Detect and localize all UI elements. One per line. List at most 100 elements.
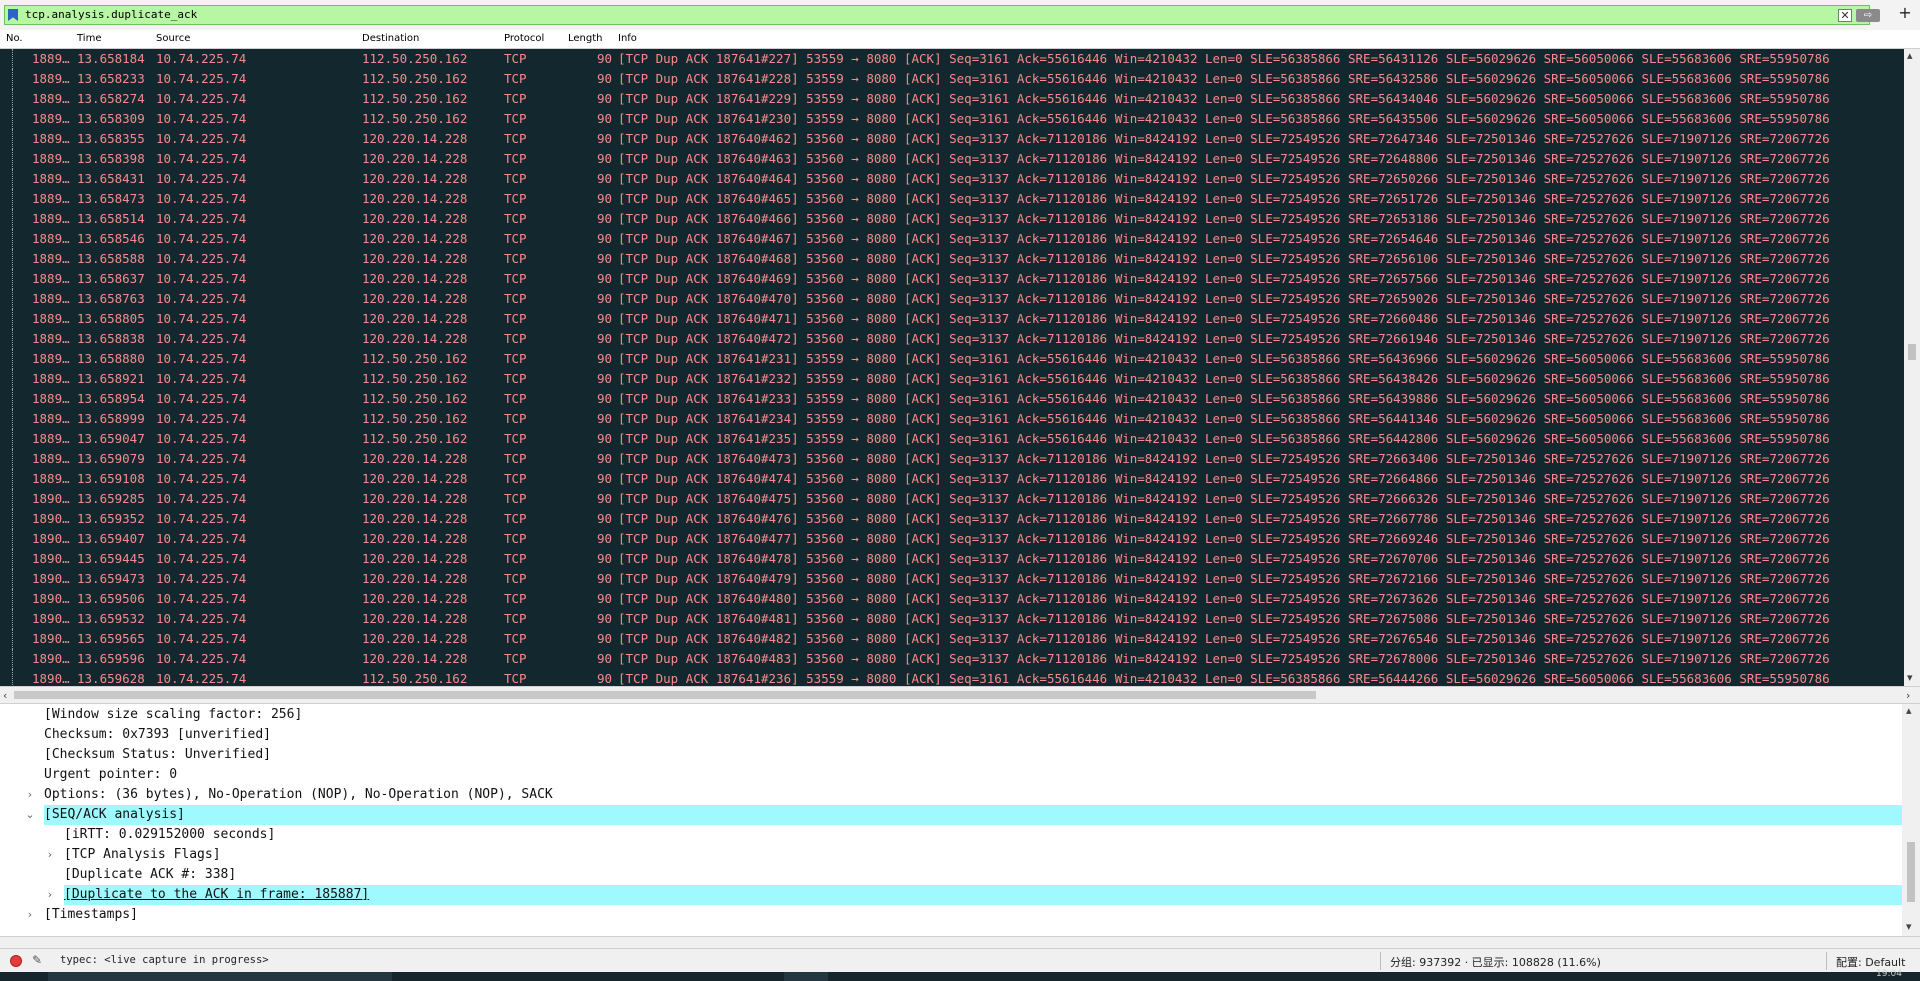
table-row[interactable]: 1890… 13.659285 10.74.225.74 120.220.14.228… [0,489,1904,509]
taskbar-item[interactable] [48,972,392,981]
expand-arrow-icon[interactable]: › [24,905,36,925]
expand-arrow-icon[interactable]: ⌄ [24,805,36,825]
table-row[interactable]: 1889… 13.658838 10.74.225.74 120.220.14.228… [0,329,1904,349]
detail-tree-item[interactable]: › Options: (36 bytes), No-Operation (NOP)… [0,785,1902,805]
packet-time: 13.658588 [77,251,145,266]
table-row[interactable]: 1889… 13.659079 10.74.225.74 120.220.14.228… [0,449,1904,469]
table-row[interactable]: 1889… 13.658431 10.74.225.74 120.220.14.228… [0,169,1904,189]
table-row[interactable]: 1889… 13.659047 10.74.225.74 112.50.250.162… [0,429,1904,449]
packet-time: 13.658921 [77,371,145,386]
table-row[interactable]: 1889… 13.658184 10.74.225.74 112.50.250.162… [0,49,1904,69]
frame-link[interactable]: [Duplicate to the ACK in frame: 185887] [64,885,1902,905]
related-packet-marker [12,89,14,109]
column-header-source[interactable]: Source [156,33,190,44]
apply-filter-icon[interactable]: ⇨ [1856,9,1880,22]
detail-tree-item[interactable]: › [Duplicate to the ACK in frame: 185887] [0,885,1902,905]
table-row[interactable]: 1890… 13.659506 10.74.225.74 120.220.14.228… [0,589,1904,609]
packet-protocol: TCP [504,231,527,246]
table-row[interactable]: 1890… 13.659352 10.74.225.74 120.220.14.228… [0,509,1904,529]
related-packet-marker [12,509,14,529]
bookmark-icon[interactable] [8,9,18,21]
scroll-up-icon[interactable]: ▴ [1906,704,1912,717]
packet-list-horizontal-scrollbar[interactable]: ‹ › [0,686,1920,704]
table-row[interactable]: 1889… 13.658473 10.74.225.74 120.220.14.228… [0,189,1904,209]
table-row[interactable]: 1889… 13.658588 10.74.225.74 120.220.14.228… [0,249,1904,269]
column-header-protocol[interactable]: Protocol [504,33,544,44]
table-row[interactable]: 1889… 13.658954 10.74.225.74 112.50.250.162… [0,389,1904,409]
table-row[interactable]: 1889… 13.658398 10.74.225.74 120.220.14.228… [0,149,1904,169]
detail-tree-item[interactable]: › [TCP Analysis Flags] [0,845,1902,865]
table-row[interactable]: 1889… 13.658514 10.74.225.74 120.220.14.228… [0,209,1904,229]
packet-protocol: TCP [504,131,527,146]
detail-tree-item[interactable]: › [Timestamps] [0,905,1902,925]
column-header-no[interactable]: No. [6,33,23,44]
details-scroll-thumb[interactable] [1907,842,1915,902]
detail-tree-item[interactable]: [Duplicate ACK #: 338] [0,865,1902,885]
table-row[interactable]: 1890… 13.659532 10.74.225.74 120.220.14.228… [0,609,1904,629]
table-row[interactable]: 1889… 13.658763 10.74.225.74 120.220.14.228… [0,289,1904,309]
packet-destination: 120.220.14.228 [362,151,468,166]
detail-tree-item[interactable]: [Checksum Status: Unverified] [0,745,1902,765]
packet-destination: 120.220.14.228 [362,211,468,226]
table-row[interactable]: 1890… 13.659445 10.74.225.74 120.220.14.228… [0,549,1904,569]
column-header-destination[interactable]: Destination [362,33,419,44]
clear-filter-icon[interactable]: ✕ [1838,9,1852,22]
column-header-info[interactable]: Info [618,33,637,44]
edit-comment-icon[interactable]: ✎ [32,953,42,967]
packet-destination: 112.50.250.162 [362,51,468,66]
detail-tree-item[interactable]: [iRTT: 0.029152000 seconds] [0,825,1902,845]
packet-length: 90 [597,91,613,106]
expand-arrow-icon[interactable]: › [44,845,56,865]
scroll-left-icon[interactable]: ‹ [3,689,7,702]
table-row[interactable]: 1889… 13.658546 10.74.225.74 120.220.14.228… [0,229,1904,249]
filter-text[interactable]: tcp.analysis.duplicate_ack [25,8,197,21]
packet-source: 10.74.225.74 [156,371,247,386]
table-row[interactable]: 1890… 13.659407 10.74.225.74 120.220.14.228… [0,529,1904,549]
packet-bytes-divider[interactable] [0,936,1920,948]
scroll-down-icon[interactable]: ▾ [1906,920,1912,933]
add-filter-icon[interactable]: + [1896,3,1914,23]
taskbar-item[interactable] [784,972,828,981]
table-row[interactable]: 1890… 13.659565 10.74.225.74 120.220.14.228… [0,629,1904,649]
scroll-right-icon[interactable]: › [1906,689,1910,702]
table-row[interactable]: 1889… 13.659108 10.74.225.74 120.220.14.228… [0,469,1904,489]
table-row[interactable]: 1889… 13.658999 10.74.225.74 112.50.250.162… [0,409,1904,429]
table-row[interactable]: 1889… 13.658274 10.74.225.74 112.50.250.162… [0,89,1904,109]
record-icon[interactable] [10,955,22,967]
scroll-down-icon[interactable]: ▾ [1907,671,1913,684]
table-row[interactable]: 1889… 13.658355 10.74.225.74 120.220.14.228… [0,129,1904,149]
related-packet-marker [12,469,14,489]
column-header-length[interactable]: Length [568,33,603,44]
detail-tree-item[interactable]: Urgent pointer: 0 [0,765,1902,785]
packet-destination: 112.50.250.162 [362,351,468,366]
packet-protocol: TCP [504,431,527,446]
table-row[interactable]: 1889… 13.658880 10.74.225.74 112.50.250.162… [0,349,1904,369]
table-row[interactable]: 1889… 13.658805 10.74.225.74 120.220.14.228… [0,309,1904,329]
table-row[interactable]: 1890… 13.659473 10.74.225.74 120.220.14.228… [0,569,1904,589]
packet-source: 10.74.225.74 [156,191,247,206]
table-row[interactable]: 1890… 13.659628 10.74.225.74 112.50.250.162… [0,669,1904,686]
scroll-up-icon[interactable]: ▴ [1907,49,1913,62]
detail-tree-item[interactable]: ⌄ [SEQ/ACK analysis] [0,805,1902,825]
packet-time: 13.658233 [77,71,145,86]
packet-source: 10.74.225.74 [156,71,247,86]
packet-time: 13.658637 [77,271,145,286]
packet-list-vertical-scrollbar[interactable]: ▴ ▾ [1904,49,1920,686]
packet-length: 90 [597,231,613,246]
column-header-time[interactable]: Time [77,33,101,44]
packet-time: 13.658309 [77,111,145,126]
expand-arrow-icon[interactable]: › [44,885,56,905]
detail-tree-item[interactable]: [Window size scaling factor: 256] [0,705,1902,725]
expand-arrow-icon[interactable]: › [24,785,36,805]
detail-tree-item[interactable]: Checksum: 0x7393 [unverified] [0,725,1902,745]
table-row[interactable]: 1889… 13.658233 10.74.225.74 112.50.250.162… [0,69,1904,89]
profile-label[interactable]: 配置: Default [1836,954,1905,970]
table-row[interactable]: 1890… 13.659596 10.74.225.74 120.220.14.228… [0,649,1904,669]
table-row[interactable]: 1889… 13.658637 10.74.225.74 120.220.14.228… [0,269,1904,289]
display-filter-input[interactable]: tcp.analysis.duplicate_ack ✕ ⇨ [4,5,1880,25]
scroll-thumb[interactable] [1908,344,1916,360]
table-row[interactable]: 1889… 13.658921 10.74.225.74 112.50.250.162… [0,369,1904,389]
horizontal-scroll-thumb[interactable] [14,691,1316,699]
table-row[interactable]: 1889… 13.658309 10.74.225.74 112.50.250.162… [0,109,1904,129]
details-vertical-scrollbar[interactable]: ▴ ▾ [1902,704,1920,936]
